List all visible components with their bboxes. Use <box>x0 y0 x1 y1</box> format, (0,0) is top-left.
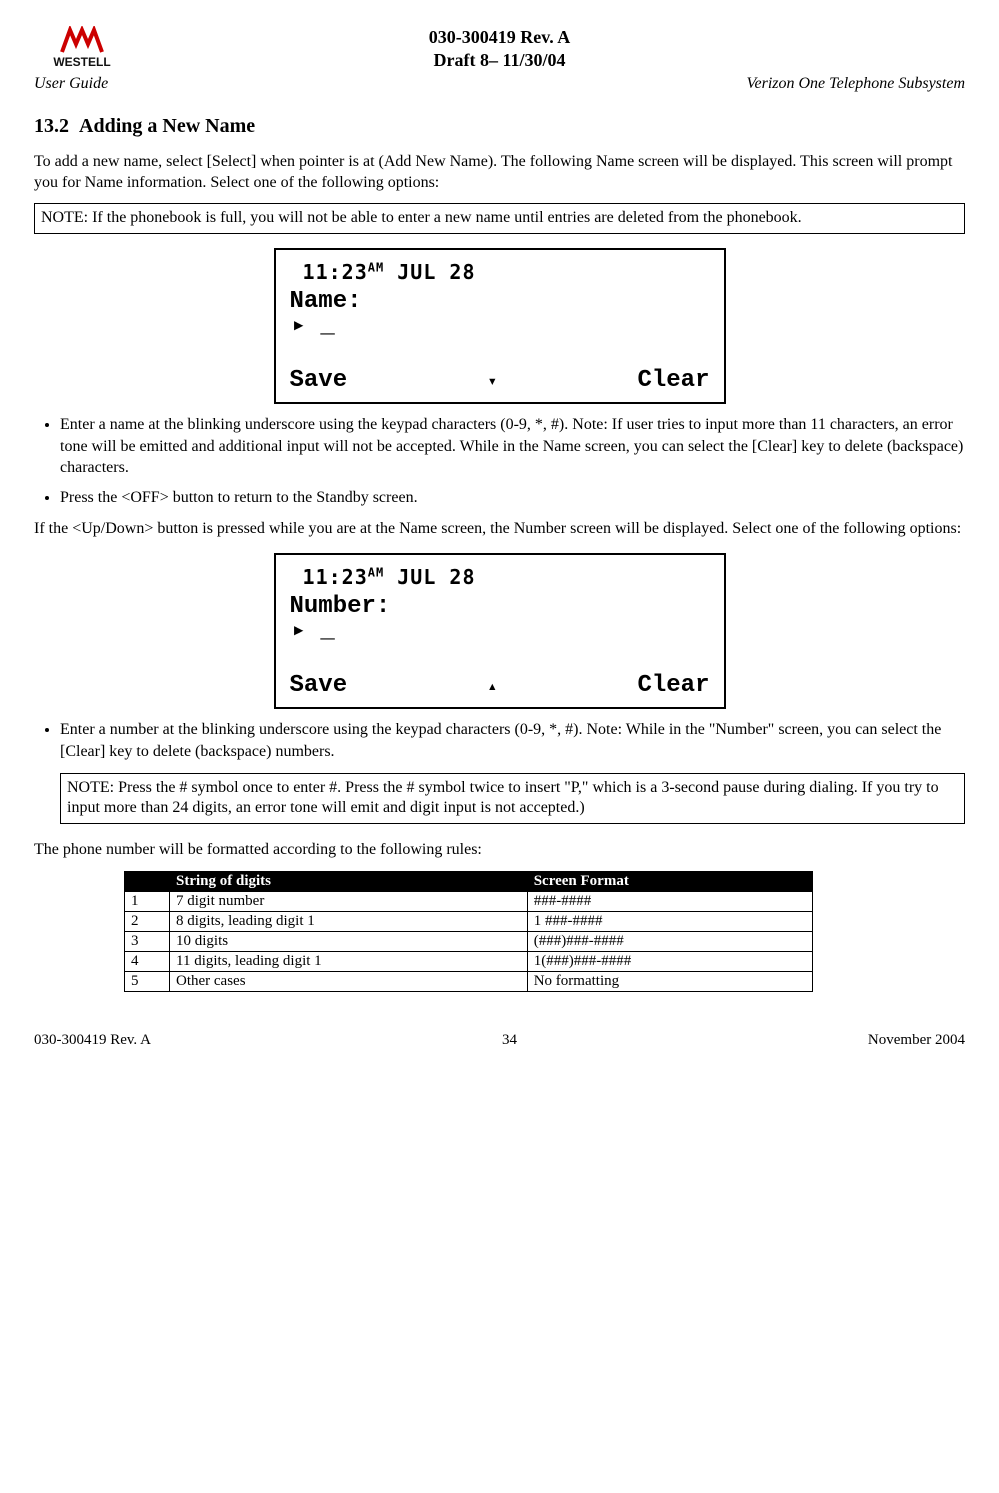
section-heading: 13.2 Adding a New Name <box>34 115 965 138</box>
intro-paragraph: To add a new name, select [Select] when … <box>34 152 965 194</box>
table-header-row: String of digits Screen Format <box>125 871 813 891</box>
page-subheader: User Guide Verizon One Telephone Subsyst… <box>34 75 965 93</box>
th-blank <box>125 871 170 891</box>
cell: 2 <box>125 911 170 931</box>
cell: ###-#### <box>527 891 812 911</box>
footer-right: November 2004 <box>868 1032 965 1049</box>
lcd-frame: 11:23AM JUL 28 Number: ▸ _ Save ▴ Clear <box>274 553 726 709</box>
table-row: 17 digit number###-#### <box>125 891 813 911</box>
lcd-frame: 11:23AM JUL 28 Name: ▸ _ Save ▾ Clear <box>274 248 726 404</box>
format-rules-table: String of digits Screen Format 17 digit … <box>124 871 813 992</box>
cell: 5 <box>125 971 170 991</box>
cell: 8 digits, leading digit 1 <box>170 911 528 931</box>
lcd-cursor: ▸ _ <box>292 620 710 644</box>
doc-id: 030-300419 Rev. A <box>130 26 869 49</box>
footer-page-number: 34 <box>502 1032 517 1049</box>
lcd-field-label: Name: <box>290 288 710 315</box>
th-digits: String of digits <box>170 871 528 891</box>
th-format: Screen Format <box>527 871 812 891</box>
cell: 4 <box>125 951 170 971</box>
lcd-time: 11:23 <box>303 260 368 284</box>
cell: 1(###)###-#### <box>527 951 812 971</box>
lcd-number-screen: 11:23AM JUL 28 Number: ▸ _ Save ▴ Clear <box>34 553 965 709</box>
user-guide-label: User Guide <box>34 75 108 93</box>
lcd-date: JUL 28 <box>397 260 475 284</box>
page-header: WESTELL 030-300419 Rev. A Draft 8– 11/30… <box>34 26 965 73</box>
page-footer: 030-300419 Rev. A 34 November 2004 <box>34 1032 965 1049</box>
logo-mark-icon <box>60 26 104 54</box>
table-row: 411 digits, leading digit 11(###)###-###… <box>125 951 813 971</box>
doc-title-block: 030-300419 Rev. A Draft 8– 11/30/04 <box>130 26 869 73</box>
table-row: 310 digits(###)###-#### <box>125 931 813 951</box>
cell: (###)###-#### <box>527 931 812 951</box>
logo-text: WESTELL <box>53 55 110 69</box>
table-intro-paragraph: The phone number will be formatted accor… <box>34 840 965 861</box>
lcd-time: 11:23 <box>303 565 368 589</box>
subsystem-label: Verizon One Telephone Subsystem <box>747 75 966 93</box>
bullet-item: Press the <OFF> button to return to the … <box>60 487 965 509</box>
softkey-left: Save <box>290 672 348 699</box>
softkey-right: Clear <box>637 367 709 394</box>
lcd-cursor: ▸ _ <box>292 315 710 339</box>
cell: 1 <box>125 891 170 911</box>
bullets-name-screen: Enter a name at the blinking underscore … <box>34 414 965 508</box>
mid-paragraph: If the <Up/Down> button is pressed while… <box>34 519 965 540</box>
note-pound-symbol: NOTE: Press the # symbol once to enter #… <box>60 773 965 825</box>
section-number: 13.2 <box>34 115 69 137</box>
lcd-softkey-row: Save ▾ Clear <box>290 367 710 394</box>
lcd-time-row: 11:23AM JUL 28 <box>290 565 710 589</box>
cell: 7 digit number <box>170 891 528 911</box>
table-row: 5Other casesNo formatting <box>125 971 813 991</box>
cell: 1 ###-#### <box>527 911 812 931</box>
lcd-date: JUL 28 <box>397 565 475 589</box>
softkey-left: Save <box>290 367 348 394</box>
bullets-number-screen: Enter a number at the blinking underscor… <box>34 719 965 762</box>
section-title: Adding a New Name <box>79 115 255 137</box>
cell: 3 <box>125 931 170 951</box>
cell: No formatting <box>527 971 812 991</box>
cell: 10 digits <box>170 931 528 951</box>
bullet-item: Enter a number at the blinking underscor… <box>60 719 965 762</box>
softkey-right: Clear <box>637 672 709 699</box>
lcd-softkey-row: Save ▴ Clear <box>290 672 710 699</box>
lcd-time-row: 11:23AM JUL 28 <box>290 260 710 284</box>
bullet-item: Enter a name at the blinking underscore … <box>60 414 965 479</box>
lcd-ampm: AM <box>368 261 384 275</box>
lcd-field-label: Number: <box>290 593 710 620</box>
cell: 11 digits, leading digit 1 <box>170 951 528 971</box>
table-row: 28 digits, leading digit 11 ###-#### <box>125 911 813 931</box>
lcd-name-screen: 11:23AM JUL 28 Name: ▸ _ Save ▾ Clear <box>34 248 965 404</box>
lcd-ampm: AM <box>368 566 384 580</box>
doc-draft: Draft 8– 11/30/04 <box>130 49 869 72</box>
up-arrow-icon: ▴ <box>487 676 497 695</box>
down-arrow-icon: ▾ <box>487 371 497 390</box>
westell-logo: WESTELL <box>34 26 130 68</box>
cell: Other cases <box>170 971 528 991</box>
note-phonebook-full: NOTE: If the phonebook is full, you will… <box>34 203 965 234</box>
footer-left: 030-300419 Rev. A <box>34 1032 151 1049</box>
